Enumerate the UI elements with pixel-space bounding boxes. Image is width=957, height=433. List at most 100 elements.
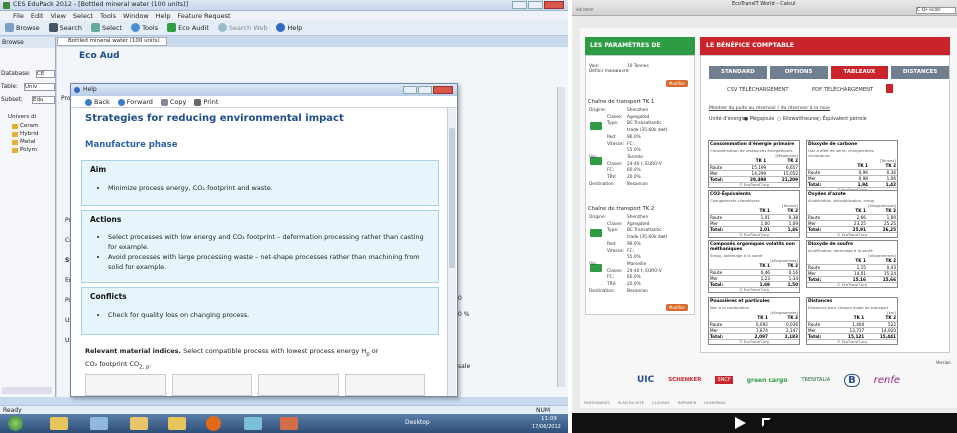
tab-distances[interactable]: DISTANCES: [891, 66, 949, 79]
taskbar-app-icon[interactable]: [168, 417, 186, 430]
search-box[interactable]: C Q• ecotr: [916, 7, 956, 14]
result-table: Distances Distances pour chaque mode de t…: [806, 297, 898, 345]
result-table-cell: 1,69: [742, 281, 771, 288]
table-label: Table:: [1, 84, 18, 90]
result-table: Dioxyde de soufre Acidification, dommage …: [806, 240, 898, 288]
eco-audit-button[interactable]: Eco Audit: [167, 23, 209, 32]
well-to-wheel-link[interactable]: Montrer du puits au réservoir / du réser…: [709, 106, 830, 111]
document-tab[interactable]: Bottled mineral water (100 units): [57, 37, 167, 46]
schenker-logo: SCHENKER: [668, 377, 702, 383]
folder-icon: [12, 124, 18, 129]
footer-link[interactable]: PARTENAIRES: [584, 400, 610, 405]
percent-value: 0 %: [458, 311, 470, 318]
result-table-cell: Total:: [709, 226, 743, 233]
tools-button[interactable]: Tools: [131, 23, 158, 32]
result-table-cell: 29,498: [735, 176, 768, 183]
chain-detail-value: Toronto: [627, 154, 643, 160]
result-table-title: Dioxyde de soufre: [808, 242, 853, 247]
gear-icon: [131, 23, 141, 32]
url-bar[interactable]: eit.html: [576, 8, 593, 13]
menu-edit[interactable]: Edit: [31, 12, 44, 20]
help-maximize-button[interactable]: [418, 86, 432, 94]
copy-button[interactable]: Copy: [160, 98, 186, 106]
maximize-button[interactable]: [528, 1, 543, 9]
tree-item-ceramics[interactable]: Ceram: [20, 123, 39, 129]
globe-icon: [217, 23, 227, 32]
play-icon[interactable]: [735, 417, 746, 429]
table-select[interactable]: Univ: [24, 83, 55, 91]
process-image: [344, 374, 425, 396]
menu-select[interactable]: Select: [73, 12, 93, 20]
chain-detail-label: Classe:: [607, 161, 623, 167]
sidebar-scrollbar[interactable]: [2, 387, 52, 394]
fullscreen-icon[interactable]: [762, 418, 771, 427]
subset-select[interactable]: Edu: [32, 96, 55, 104]
menu-view[interactable]: View: [50, 12, 65, 20]
search-web-button[interactable]: Search Web: [217, 23, 267, 32]
footer-link[interactable]: HOMEPAGE: [704, 400, 725, 405]
help-scrollbar[interactable]: [447, 108, 456, 396]
unit-option-megajoule[interactable]: ● Mégajoule: [744, 117, 774, 122]
result-table: Poussières et particules Non à la combust…: [708, 297, 800, 345]
result-table-cell: 26,25: [866, 226, 897, 233]
title-bar: CES EduPack 2012 - [Bottled mineral wate…: [0, 0, 568, 11]
help-close-button[interactable]: [433, 86, 453, 94]
taskbar-app-icon[interactable]: [90, 417, 108, 430]
help-minimize-button[interactable]: [403, 86, 417, 94]
actions-box: Actions Select processes with low energy…: [81, 210, 439, 283]
tree-item-hybrids[interactable]: Hybrid: [20, 131, 38, 137]
csv-download-link[interactable]: CSV TÉLÉCHARGEMENT: [727, 87, 789, 93]
forward-button[interactable]: Forward: [117, 98, 153, 106]
help-scroll-thumb[interactable]: [449, 128, 455, 268]
footer-link[interactable]: CLAUSES: [652, 400, 669, 405]
taskbar-app-icon[interactable]: [130, 417, 148, 430]
select-button[interactable]: Select: [91, 23, 122, 32]
unit-option-oil[interactable]: ○ Équivalent pétrole: [817, 117, 867, 122]
browse-button[interactable]: Browse: [5, 23, 40, 32]
menu-file[interactable]: File: [13, 12, 24, 20]
desktop-label[interactable]: Desktop: [405, 419, 430, 426]
database-select[interactable]: CE: [36, 70, 55, 78]
tab-standard[interactable]: STANDARD: [709, 66, 767, 79]
window-title: CES EduPack 2012 - [Bottled mineral wate…: [13, 1, 189, 8]
result-table-row: Total: 15,16 15,66: [807, 276, 897, 283]
ecotransit-browser: EcoTransIT World – Calcul eit.html C Q• …: [572, 0, 957, 433]
help-button[interactable]: Help: [276, 23, 302, 32]
search-button[interactable]: Search: [48, 23, 82, 32]
zero-value: 0: [458, 295, 462, 302]
chain-detail-value: 55.0%: [627, 255, 641, 261]
back-button[interactable]: Back: [85, 98, 110, 106]
tree-item-polymers[interactable]: Polym: [20, 147, 37, 153]
print-button[interactable]: Print: [194, 98, 218, 106]
params-header: LES PARAMÈTRES DE: [585, 37, 695, 55]
modifier-button[interactable]: Modifier: [666, 80, 689, 87]
chain-detail-value: 96.0%: [627, 241, 641, 247]
chain-detail-label: Red:: [607, 134, 617, 140]
footer-link[interactable]: PLAN DU SITE: [618, 400, 644, 405]
footer-link[interactable]: IMPRIMER: [677, 400, 696, 405]
menu-tools[interactable]: Tools: [100, 12, 116, 20]
result-table-subtitle: Gaz à effet de serre, changements climat…: [808, 148, 874, 158]
result-table-cell: 15,441: [865, 333, 897, 340]
menu-feature-request[interactable]: Feature Request: [177, 12, 230, 20]
tab-options[interactable]: OPTIONS: [769, 66, 828, 79]
minimize-button[interactable]: [512, 1, 527, 9]
taskbar: Desktop 11:09 17/06/2012: [0, 414, 568, 433]
browse-tab[interactable]: Browse: [0, 37, 55, 48]
tab-tableaux[interactable]: TABLEAUX: [830, 66, 889, 79]
pdf-download-link[interactable]: PDF TÉLÉCHARGEMENT: [812, 87, 873, 93]
taskbar-app-icon[interactable]: [50, 417, 68, 430]
close-button[interactable]: [544, 1, 564, 9]
unit-label: Unité d'énergie:: [709, 117, 748, 122]
bg-scrollbar[interactable]: [557, 87, 565, 387]
menu-window[interactable]: Window: [123, 12, 149, 20]
unit-option-kwh[interactable]: ○ Kilowattheures: [777, 117, 818, 122]
tree-item-metals[interactable]: Metal: [20, 139, 35, 145]
taskbar-app-icon[interactable]: [280, 417, 298, 430]
firefox-icon[interactable]: [206, 416, 221, 431]
taskbar-app-icon[interactable]: [244, 417, 262, 430]
start-button[interactable]: [8, 416, 23, 431]
modifier-button-2[interactable]: Modifier: [666, 304, 689, 311]
tree-item-universe[interactable]: Univers di: [8, 114, 36, 120]
menu-help[interactable]: Help: [156, 12, 171, 20]
